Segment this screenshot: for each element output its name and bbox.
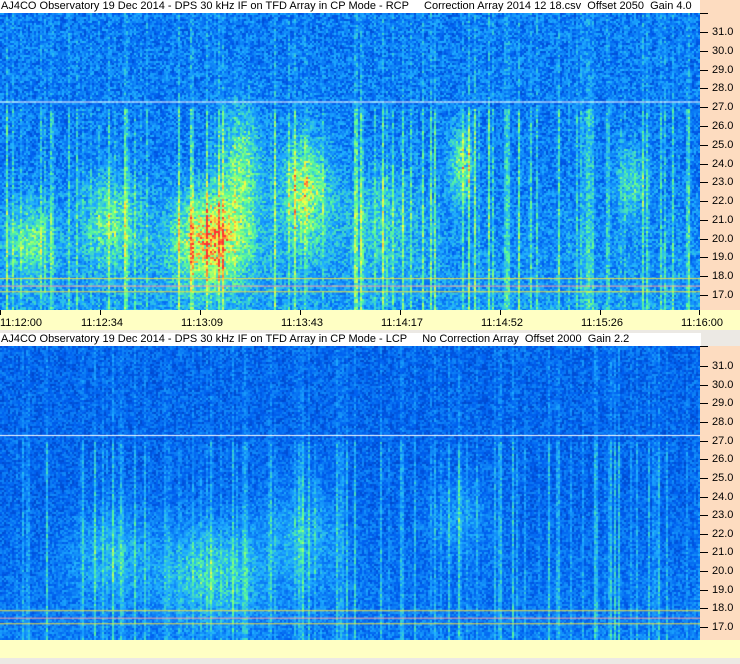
x-tick-label: 11:15:26 — [581, 317, 624, 329]
x-tick — [600, 310, 601, 315]
y-tick — [700, 440, 708, 442]
x-tick — [699, 310, 700, 315]
y-tick-label: 27.0 — [712, 101, 734, 114]
y-tick-label: 22.0 — [712, 527, 734, 540]
y-tick-label: 26.0 — [712, 119, 734, 132]
y-tick — [700, 276, 708, 278]
y-tick-label: 25.0 — [712, 138, 734, 151]
y-tick — [700, 627, 708, 628]
x-tick-label: 11:13:43 — [281, 317, 324, 329]
y-tick-label: 29.0 — [712, 397, 734, 410]
y-tick-label: 21.0 — [712, 213, 734, 226]
y-tick-label: 30.0 — [712, 44, 734, 57]
y-tick — [700, 477, 708, 479]
y-tick — [700, 366, 708, 367]
y-tick — [700, 384, 708, 386]
y-tick — [700, 201, 708, 203]
lcp-frequency-axis: 31.0 30.0 29.0 28.0 27.0 26.0 25.0 24.0 23.0 22.0… — [700, 346, 740, 640]
y-tick-label: 28.0 — [712, 82, 734, 95]
y-tick-label: 31.0 — [712, 360, 734, 372]
y-tick-label: 28.0 — [712, 415, 734, 428]
y-tick — [700, 515, 708, 517]
x-tick-label: 11:12:34 — [81, 317, 124, 329]
x-tick — [500, 310, 501, 315]
y-tick-label: 20.0 — [712, 232, 734, 245]
y-tick — [700, 295, 708, 296]
y-tick — [700, 107, 708, 109]
y-tick — [700, 125, 708, 127]
y-tick-label: 24.0 — [712, 490, 734, 503]
y-tick — [700, 32, 708, 33]
x-tick-label: 11:13:09 — [181, 317, 224, 329]
rcp-frequency-axis: 31.0 30.0 29.0 28.0 27.0 26.0 25.0 24.0 23.0 22.0… — [700, 0, 740, 310]
y-tick — [700, 88, 708, 90]
y-tick-label: 24.0 — [712, 157, 734, 170]
y-tick — [700, 608, 708, 610]
y-tick-label: 22.0 — [712, 195, 734, 208]
y-tick — [700, 589, 708, 591]
x-tick — [0, 310, 1, 315]
time-axis: 11:12:00 11:12:34 11:13:09 11:13:43 11:14:17… — [0, 310, 740, 330]
y-tick-label: 30.0 — [712, 378, 734, 391]
y-tick — [700, 403, 708, 405]
lcp-spectrogram — [0, 346, 700, 640]
x-tick-label: 11:16:00 — [681, 317, 724, 329]
y-tick-label: 19.0 — [712, 583, 734, 596]
y-tick-label: 18.0 — [712, 602, 734, 615]
y-tick-label: 20.0 — [712, 565, 734, 578]
x-tick-label: 11:12:00 — [0, 317, 43, 329]
y-tick-label: 23.0 — [712, 509, 734, 522]
y-tick-label: 23.0 — [712, 176, 734, 189]
y-tick — [700, 182, 708, 184]
lcp-time-band — [0, 640, 740, 658]
y-tick — [700, 144, 708, 146]
y-tick — [700, 533, 708, 535]
rcp-spectrogram — [0, 13, 700, 310]
y-tick — [700, 219, 708, 221]
x-tick — [200, 310, 201, 315]
y-tick-label: 25.0 — [712, 471, 734, 484]
y-tick — [700, 571, 708, 573]
y-tick-label: 29.0 — [712, 63, 734, 76]
y-tick-label: 31.0 — [712, 26, 734, 38]
x-tick — [300, 310, 301, 315]
y-axis-top-tick — [700, 346, 708, 347]
y-tick-label: 26.0 — [712, 453, 734, 466]
y-tick — [700, 459, 708, 461]
y-tick — [700, 50, 708, 52]
x-tick-label: 11:14:17 — [381, 317, 424, 329]
y-tick — [700, 238, 708, 240]
y-tick — [700, 257, 708, 259]
x-tick — [400, 310, 401, 315]
x-tick — [100, 310, 101, 315]
y-tick — [700, 421, 708, 423]
rcp-title: AJ4CO Observatory 19 Dec 2014 - DPS 30 k… — [0, 0, 701, 13]
y-tick — [700, 552, 708, 554]
y-tick-label: 21.0 — [712, 546, 734, 559]
y-axis-top-tick — [700, 13, 708, 14]
lcp-title: AJ4CO Observatory 19 Dec 2014 - DPS 30 k… — [0, 333, 701, 346]
y-tick-label: 17.0 — [712, 621, 734, 633]
y-tick-label: 17.0 — [712, 289, 734, 301]
y-tick-label: 18.0 — [712, 270, 734, 283]
y-tick-label: 27.0 — [712, 434, 734, 447]
y-tick — [700, 69, 708, 71]
y-tick — [700, 496, 708, 498]
y-tick-label: 19.0 — [712, 251, 734, 264]
x-tick-label: 11:14:52 — [481, 317, 524, 329]
y-tick — [700, 163, 708, 165]
